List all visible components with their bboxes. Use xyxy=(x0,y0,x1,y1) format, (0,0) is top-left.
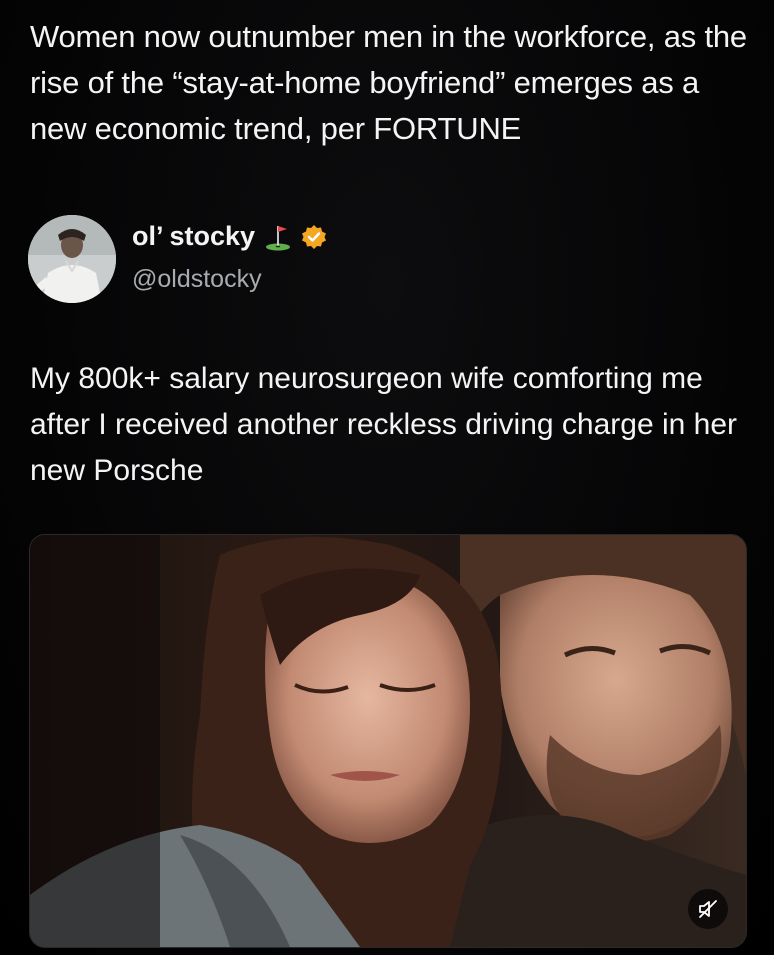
author-avatar[interactable] xyxy=(28,215,116,303)
tweet-text: My 800k+ salary neurosurgeon wife comfor… xyxy=(30,362,738,487)
headline-caption: Women now outnumber men in the workforce… xyxy=(30,19,747,146)
author-name-row[interactable]: ol’ stocky xyxy=(132,221,327,252)
golf-flag-icon xyxy=(263,222,293,252)
author-handle[interactable]: @oldstocky xyxy=(132,265,262,294)
mute-toggle-button[interactable] xyxy=(688,889,728,929)
screenshot-page: Women now outnumber men in the workforce… xyxy=(0,0,774,955)
verified-badge-icon xyxy=(301,224,327,250)
tweet-video[interactable] xyxy=(29,534,747,948)
video-frame xyxy=(30,535,746,947)
tweet-author[interactable]: ol’ stocky @oldstocky xyxy=(28,215,528,305)
author-name[interactable]: ol’ stocky xyxy=(132,221,255,252)
muted-speaker-icon xyxy=(697,898,719,920)
